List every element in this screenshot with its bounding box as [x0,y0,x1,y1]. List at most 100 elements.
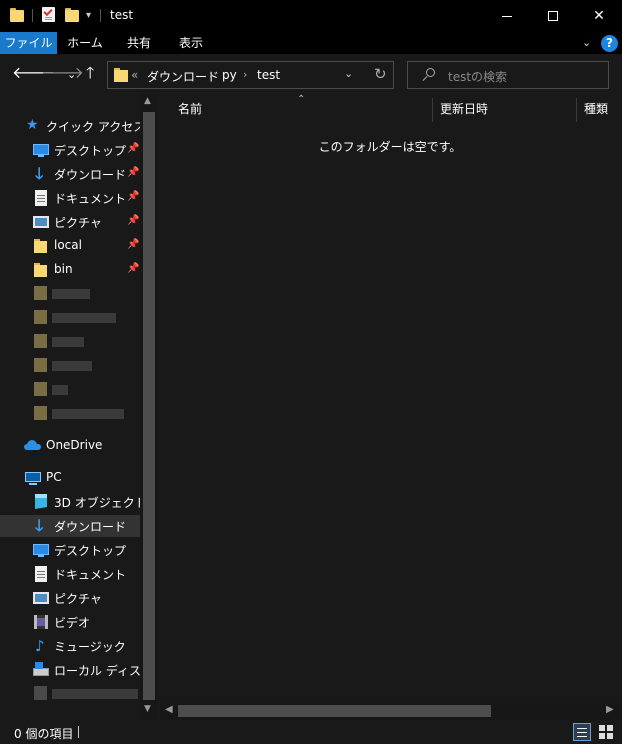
folder-icon [10,8,24,22]
search-placeholder: testの検索 [448,70,508,84]
properties-icon[interactable] [42,6,55,22]
sidebar-item-pictures[interactable]: ピクチャ 📌 [0,211,140,233]
scroll-left-arrow-icon[interactable]: ◀ [165,704,173,715]
column-divider[interactable] [432,98,433,122]
music-icon: ♪ [35,637,45,655]
tab-share[interactable]: 共有 [114,32,164,54]
minimize-button[interactable] [484,0,530,32]
sidebar-item-documents[interactable]: ドキュメント 📌 [0,187,140,209]
pin-icon[interactable]: 📌 [127,191,139,202]
up-arrow-icon[interactable]: 🡑 [86,65,94,81]
breadcrumb-separator-icon[interactable]: › [209,68,213,81]
address-dropdown-chevron-icon[interactable]: ⌄ [344,67,353,80]
sidebar-item-label: ダウンロード [54,520,127,534]
sidebar-item-local[interactable]: local 📌 [0,235,140,257]
folder-icon [33,238,49,254]
drive-icon [33,662,49,678]
scrollbar-thumb[interactable] [143,112,155,700]
sidebar-item-downloads[interactable]: 🡓 ダウンロード 📌 [0,163,140,185]
details-view-icon[interactable] [573,723,591,741]
sidebar-item-bin[interactable]: bin 📌 [0,259,140,281]
download-icon: 🡓 [35,164,44,183]
sidebar-item-label: ピクチャ [54,216,102,230]
maximize-button[interactable] [530,0,576,32]
breadcrumb-separator-icon[interactable]: › [243,68,247,81]
customize-toolbar-chevron-icon[interactable]: ▾ [86,11,91,21]
sidebar-item-label: ミュージック [54,640,126,654]
search-box[interactable]: testの検索 [407,61,609,89]
sidebar-item-pc-videos[interactable]: ビデオ [0,611,140,633]
sidebar-item-label: ドキュメント [54,192,127,206]
sidebar-scrollbar[interactable]: ▲ ▼ [140,94,158,720]
empty-folder-message: このフォルダーは空です。 [318,140,462,154]
window-title: test [110,8,134,22]
scroll-right-arrow-icon[interactable]: ▶ [606,704,614,715]
folder-icon [114,68,128,82]
navigation-pane: ★ クイック アクセス デスクトップ 📌 🡓 ダウンロード 📌 ドキュメント 📌… [0,94,158,720]
scroll-down-arrow-icon[interactable]: ▼ [144,704,151,714]
column-divider[interactable] [576,98,577,122]
breadcrumb-overflow[interactable]: « [131,68,138,82]
desktop-icon [33,542,49,558]
large-icons-view-icon[interactable] [597,723,615,741]
document-icon [33,566,49,582]
scrollbar-thumb[interactable] [178,705,491,717]
expand-ribbon-chevron-icon[interactable]: ⌄ [582,36,591,49]
maximize-icon [548,11,558,21]
sidebar-item-label: ダウンロード [54,168,127,182]
close-button[interactable]: ✕ [576,0,622,32]
tab-home[interactable]: ホーム [60,32,110,54]
sidebar-item-desktop[interactable]: デスクトップ 📌 [0,139,140,161]
sidebar-item-pc-pictures[interactable]: ピクチャ [0,587,140,609]
sidebar-item-label: デスクトップ [54,144,127,158]
sidebar-item-label: OneDrive [46,438,103,452]
navigation-bar: 🡐 🡒 ⌄ 🡑 « ダウンロード › py › test ⌄ ↻ testの検索 [0,54,622,94]
sidebar-item-label: bin [54,262,73,276]
file-list-pane[interactable]: ⌃ 名前 更新日時 種類 このフォルダーは空です。 [158,94,622,720]
sidebar-item-pc-desktop[interactable]: デスクトップ [0,539,140,561]
sidebar-item-label: 3D オブジェクト [54,496,147,510]
content-horizontal-scrollbar[interactable]: ◀ ▶ [160,702,622,720]
forward-arrow-icon[interactable]: 🡒 [41,65,84,81]
pin-icon[interactable]: 📌 [127,215,139,226]
cloud-icon [24,440,41,451]
sidebar-item-label: ピクチャ [54,592,102,606]
pin-icon[interactable]: 📌 [127,143,139,154]
sort-ascending-icon: ⌃ [297,94,306,105]
address-bar[interactable]: « ダウンロード › py › test ⌄ ↻ [107,61,394,89]
sidebar-item-pc-documents[interactable]: ドキュメント [0,563,140,585]
title-bar: ▾ test ✕ [0,0,622,32]
item-count: 0 個の項目 [14,727,74,741]
sidebar-item-onedrive[interactable]: OneDrive [0,435,140,457]
sidebar-item-local-disk[interactable]: ローカル ディスク (C [0,659,158,681]
star-icon: ★ [26,117,39,133]
refresh-icon[interactable]: ↻ [374,65,387,83]
sidebar-item-pc-music[interactable]: ♪ ミュージック [0,635,140,657]
3d-objects-icon [33,493,49,510]
sidebar-item-label: ドキュメント [54,568,127,582]
column-header-name[interactable]: 名前 [178,100,202,117]
scroll-up-arrow-icon[interactable]: ▲ [144,96,151,106]
pin-icon[interactable]: 📌 [127,239,139,250]
video-icon [33,614,49,630]
ribbon-tabs: ファイル ホーム 共有 表示 ⌄ ? [0,32,622,54]
pin-icon[interactable]: 📌 [127,167,139,178]
minimize-icon [502,16,512,17]
breadcrumb-test[interactable]: test [257,68,280,82]
new-folder-icon[interactable] [65,8,79,22]
column-header-type[interactable]: 種類 [584,100,608,117]
recent-locations-chevron-icon[interactable]: ⌄ [67,67,76,83]
tab-view[interactable]: 表示 [166,32,216,54]
tab-file[interactable]: ファイル [0,32,57,54]
sidebar-item-3d-objects[interactable]: 3D オブジェクト [0,491,147,513]
toolbar-separator [32,9,33,22]
help-icon[interactable]: ? [601,35,618,52]
computer-icon [25,470,41,486]
sidebar-item-pc-downloads[interactable]: 🡓 ダウンロード [0,515,140,537]
sidebar-item-quick-access[interactable]: ★ クイック アクセス [0,115,145,137]
breadcrumb-py[interactable]: py [222,68,237,82]
pin-icon[interactable]: 📌 [127,263,139,274]
sidebar-item-label: PC [46,470,62,484]
sidebar-item-pc[interactable]: PC [0,467,140,489]
column-header-date-modified[interactable]: 更新日時 [440,100,488,117]
